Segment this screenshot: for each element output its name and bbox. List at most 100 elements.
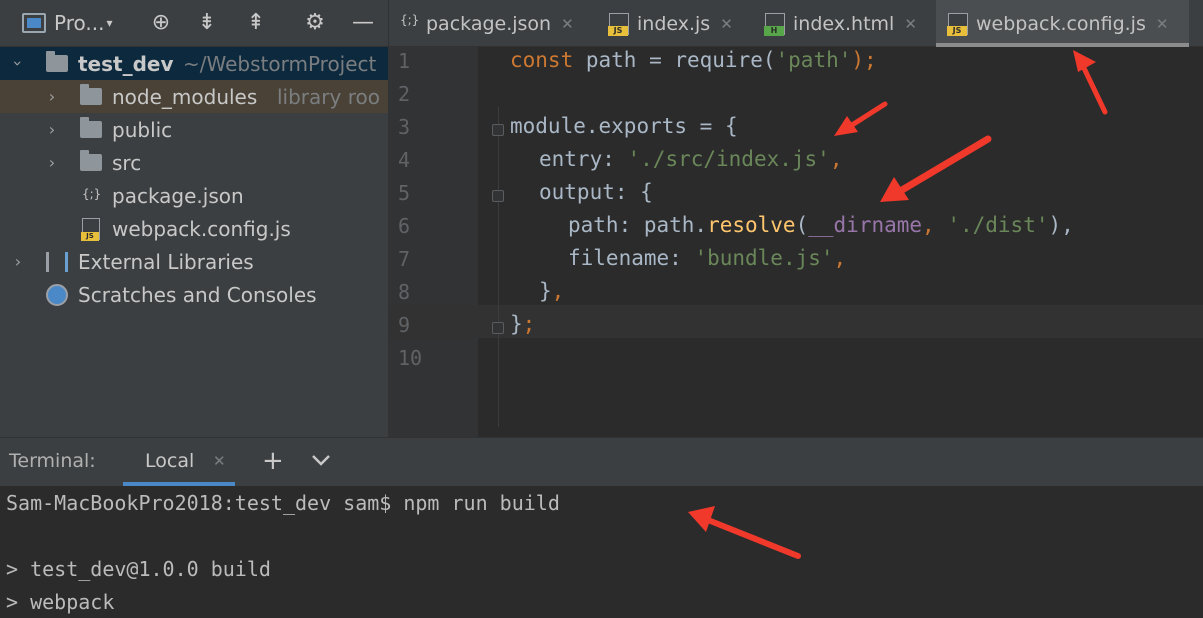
code-line-5: output: { <box>539 180 653 204</box>
tree-item-webpack-config[interactable]: webpack.config.js <box>0 212 388 245</box>
chevron-right-icon[interactable]: › <box>44 153 60 172</box>
tree-item-label: node_modules <box>112 84 258 109</box>
folder-icon <box>46 51 68 72</box>
code-text: = { <box>687 114 738 138</box>
code-text: ); <box>851 48 877 72</box>
terminal-tab-local[interactable]: Local ✕ <box>123 438 235 486</box>
tree-item-external-libraries[interactable]: › External Libraries <box>0 245 388 278</box>
library-icon <box>46 251 68 272</box>
code-line-1: const path = require('path'); <box>510 48 877 72</box>
line-number: 5 <box>398 181 411 205</box>
new-terminal-button[interactable]: + <box>262 446 284 476</box>
tab-index-js[interactable]: index.js ✕ <box>608 0 733 47</box>
divider <box>388 0 389 47</box>
tab-label: index.html <box>793 12 895 35</box>
tree-item-label: public <box>112 117 173 142</box>
chevron-down-icon[interactable] <box>309 448 333 472</box>
close-icon[interactable]: ✕ <box>561 15 574 33</box>
tree-item-package-json[interactable]: package.json <box>0 179 388 212</box>
tab-label: index.js <box>637 12 711 35</box>
tree-item-node-modules[interactable]: › node_modules library roo <box>0 80 388 113</box>
tree-item-public[interactable]: › public <box>0 113 388 146</box>
fold-marker-icon[interactable] <box>492 190 504 202</box>
code-text: exports <box>598 114 688 138</box>
line-number: 4 <box>398 148 411 172</box>
keyword: const <box>510 48 574 72</box>
terminal-command-line[interactable]: Sam-MacBookPro2018:test_dev sam$ npm run… <box>6 491 560 515</box>
chevron-right-icon[interactable]: › <box>10 252 26 271</box>
indent-guide <box>498 107 499 427</box>
library-root-note: library roo <box>277 84 380 109</box>
chevron-down-icon: ▾ <box>106 16 113 30</box>
chevron-down-icon[interactable]: › <box>9 56 28 72</box>
project-tree: › test_dev ~/WebstormProject › node_modu… <box>0 47 388 437</box>
object-key: filename: <box>568 246 682 270</box>
string-literal: 'bundle.js' <box>681 246 834 270</box>
json-file-icon <box>400 12 419 35</box>
gear-icon[interactable]: ⚙ <box>300 8 330 38</box>
minimize-icon[interactable]: — <box>348 8 378 38</box>
line-number: 3 <box>398 115 411 139</box>
tree-item-label: webpack.config.js <box>112 216 291 241</box>
tab-label: webpack.config.js <box>976 12 1146 35</box>
global-variable: __dirname <box>808 213 923 237</box>
tree-item-label: package.json <box>112 183 244 208</box>
chevron-right-icon[interactable]: › <box>44 87 60 106</box>
function-name: resolve <box>707 213 796 237</box>
project-view-label: Pro... <box>54 11 105 35</box>
terminal-output-line: > test_dev@1.0.0 build <box>6 557 271 581</box>
string-literal: './dist' <box>934 213 1049 237</box>
line-number: 10 <box>398 346 423 370</box>
code-text: , <box>833 246 847 270</box>
line-number: 7 <box>398 247 411 271</box>
terminal-title: Terminal: <box>9 450 96 472</box>
line-number: 2 <box>398 82 411 106</box>
code-line-4: entry: './src/index.js', <box>539 147 842 171</box>
code-text: path. <box>631 213 708 237</box>
code-line-9: }; <box>510 312 535 336</box>
terminal-panel: Terminal: Local ✕ + Sam-MacBookPro2018:t… <box>0 437 1203 618</box>
expand-all-icon[interactable]: ⇟ <box>192 8 222 38</box>
tree-item-label: src <box>112 150 142 175</box>
tab-index-html[interactable]: index.html ✕ <box>764 0 917 47</box>
fold-marker-icon[interactable] <box>492 124 504 136</box>
tab-package-json[interactable]: package.json ✕ <box>400 0 574 47</box>
line-number: 1 <box>398 49 411 73</box>
project-window-icon <box>22 13 46 33</box>
code-editor[interactable]: 1 2 3 4 5 6 7 8 9 10 const path = requir… <box>388 47 1203 437</box>
terminal-output-line: > webpack <box>6 590 115 614</box>
close-icon[interactable]: ✕ <box>720 15 733 33</box>
string-literal: 'path' <box>775 48 852 72</box>
chevron-right-icon[interactable]: › <box>44 120 60 139</box>
collapse-all-icon[interactable]: ⇞ <box>241 8 271 38</box>
tab-webpack-config-js[interactable]: webpack.config.js ✕ <box>936 0 1189 47</box>
close-icon[interactable]: ✕ <box>1156 15 1169 33</box>
fold-marker-icon[interactable] <box>492 322 504 334</box>
close-icon[interactable]: ✕ <box>904 15 917 33</box>
code-text: , <box>551 279 565 303</box>
line-number: 6 <box>398 214 411 238</box>
object-key: path: <box>568 213 632 237</box>
folder-icon <box>80 150 102 171</box>
folder-icon <box>80 84 102 105</box>
code-text: } <box>539 279 552 303</box>
object-key: output: <box>539 180 628 204</box>
tab-label: package.json <box>426 12 552 35</box>
top-toolbar: Pro... ▾ ⊕ ⇟ ⇞ ⚙ — package.json ✕ index.… <box>0 0 1203 47</box>
project-view-switcher[interactable]: Pro... ▾ <box>22 9 112 37</box>
terminal-tab-label: Local <box>145 450 195 472</box>
code-text: ( <box>795 213 809 237</box>
js-file-icon <box>947 12 968 36</box>
tree-item-src[interactable]: › src <box>0 146 388 179</box>
root-folder-path: ~/WebstormProject <box>183 51 377 76</box>
tree-item-label: Scratches and Consoles <box>78 282 317 307</box>
code-line-8: }, <box>539 279 564 303</box>
js-file-icon <box>81 217 100 241</box>
tree-item-scratches[interactable]: Scratches and Consoles <box>0 278 388 311</box>
locate-file-icon[interactable]: ⊕ <box>146 8 176 38</box>
close-icon[interactable]: ✕ <box>213 452 226 470</box>
tree-item-root[interactable]: › test_dev ~/WebstormProject <box>0 47 388 80</box>
code-text: , <box>829 147 843 171</box>
code-text: } <box>510 312 523 336</box>
terminal-header: Terminal: Local ✕ + <box>0 438 1203 486</box>
